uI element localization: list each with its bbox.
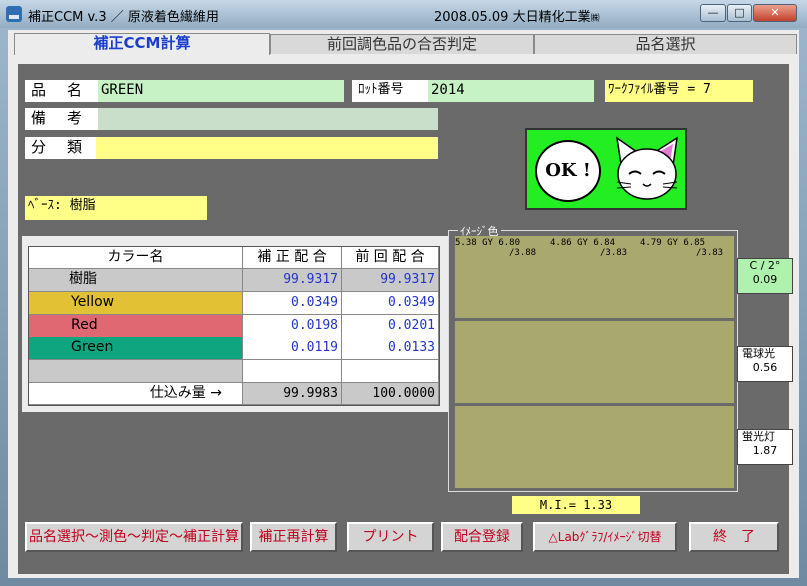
tab-hinmei-sentaku[interactable]: 品名選択 (534, 34, 797, 54)
hinmei-field[interactable]: GREEN (98, 80, 344, 102)
corrected-value-cell: 0.0119 (243, 337, 342, 361)
app-icon (6, 6, 22, 22)
ok-badge: OK ! (525, 128, 687, 210)
color-name-cell: Green (29, 337, 243, 361)
corrected-value-cell (243, 360, 342, 384)
header-previous-recipe: 前 回 配 合 (342, 247, 439, 269)
bulb-value: 0.56 (752, 361, 778, 374)
minimize-button[interactable]: — (700, 4, 726, 22)
readout-2-bottom: /3.83 (600, 248, 628, 258)
fluorescent-value: 1.87 (752, 444, 778, 457)
hinmei-label: 品 名 (25, 80, 98, 102)
readout-1-bottom: /3.88 (509, 248, 537, 258)
lot-field[interactable]: 2014 (428, 80, 594, 102)
c2-indicator: C / 2° 0.09 (737, 258, 793, 294)
image-swatch-middle (455, 321, 734, 403)
fluorescent-indicator: 蛍光灯 1.87 (737, 429, 793, 465)
bunrui-field[interactable] (96, 137, 438, 159)
date-company-text: 2008.05.09 大日精化工業 (434, 10, 591, 25)
tab-hosei-ccm[interactable]: 補正CCM計算 (14, 33, 270, 55)
readout-2: 4.86 GY 6.84 /3.83 (550, 238, 627, 258)
previous-value-cell: 0.0349 (342, 291, 439, 315)
mi-indicator: M.I.= 1.33 (512, 496, 640, 514)
bulb-label: 電球光 (742, 347, 775, 360)
tab-zenkai-gouhi[interactable]: 前回調色品の合否判定 (270, 34, 534, 54)
previous-value-cell (342, 360, 439, 384)
work-file-number: ﾜｰｸﾌｧｲﾙ番号 = 7 (605, 80, 753, 102)
maximize-button[interactable]: □ (727, 4, 752, 22)
readout-3-bottom: /3.83 (696, 248, 724, 258)
header-color-name: カラー名 (29, 247, 243, 269)
total-label: 仕込み量 → (29, 383, 243, 405)
total-previous: 100.0000 (342, 383, 439, 405)
ok-speech-bubble: OK ! (535, 140, 601, 202)
previous-value-cell: 0.0133 (342, 337, 439, 361)
graph-image-toggle-button[interactable]: △Labｸﾞﾗﾌ/ｲﾒｰｼﾞ切替 (533, 522, 677, 552)
c2-label: C / 2° (749, 259, 781, 272)
corrected-value-cell: 99.9317 (243, 269, 342, 292)
color-name-cell (29, 360, 243, 384)
bunrui-label: 分 類 (25, 137, 96, 159)
previous-value-cell: 0.0201 (342, 314, 439, 338)
biko-field[interactable] (98, 108, 438, 130)
header-corrected-recipe: 補 正 配 合 (243, 247, 342, 269)
total-corrected: 99.9983 (243, 383, 342, 405)
cat-mascot-icon (615, 136, 678, 200)
color-name-cell: Yellow (29, 291, 243, 315)
company-mark: ㈱ (590, 14, 600, 24)
select-measure-judge-correct-button[interactable]: 品名選択～測色～判定～補正計算 (25, 522, 243, 552)
lot-label: ﾛｯﾄ番号 (352, 80, 428, 102)
bulb-indicator: 電球光 0.56 (737, 346, 793, 382)
fluorescent-label: 蛍光灯 (742, 430, 775, 443)
previous-value-cell: 99.9317 (342, 269, 439, 292)
exit-button[interactable]: 終 了 (689, 522, 779, 552)
window-title: 補正CCM v.3 ／ 原液着色繊維用 (28, 10, 219, 25)
readout-3-top: 4.79 GY 6.85 (640, 238, 706, 248)
readout-1-top: 5.38 GY 6.80 (455, 238, 521, 248)
register-recipe-button[interactable]: 配合登録 (441, 522, 523, 552)
image-swatch-bottom (455, 406, 734, 488)
c2-value: 0.09 (752, 273, 778, 286)
corrected-value-cell: 0.0349 (243, 291, 342, 315)
window-title-date-company: 2008.05.09 大日精化工業㈱ (434, 6, 600, 25)
corrected-value-cell: 0.0198 (243, 314, 342, 338)
color-name-cell: Red (29, 314, 243, 338)
close-button[interactable]: ✕ (753, 4, 797, 22)
readout-1: 5.38 GY 6.80 /3.88 (455, 238, 536, 258)
recalculate-button[interactable]: 補正再計算 (250, 522, 337, 552)
base-indicator: ﾍﾞｰｽ: 樹脂 (25, 196, 207, 220)
color-recipe-table: カラー名 補 正 配 合 前 回 配 合 仕込み量 → 99.9983 100.… (28, 246, 440, 406)
color-name-cell: 樹脂 (29, 269, 243, 292)
print-button[interactable]: プリント (347, 522, 434, 552)
readout-2-top: 4.86 GY 6.84 (550, 238, 616, 248)
readout-3: 4.79 GY 6.85 /3.83 (640, 238, 723, 258)
biko-label: 備 考 (25, 108, 98, 130)
